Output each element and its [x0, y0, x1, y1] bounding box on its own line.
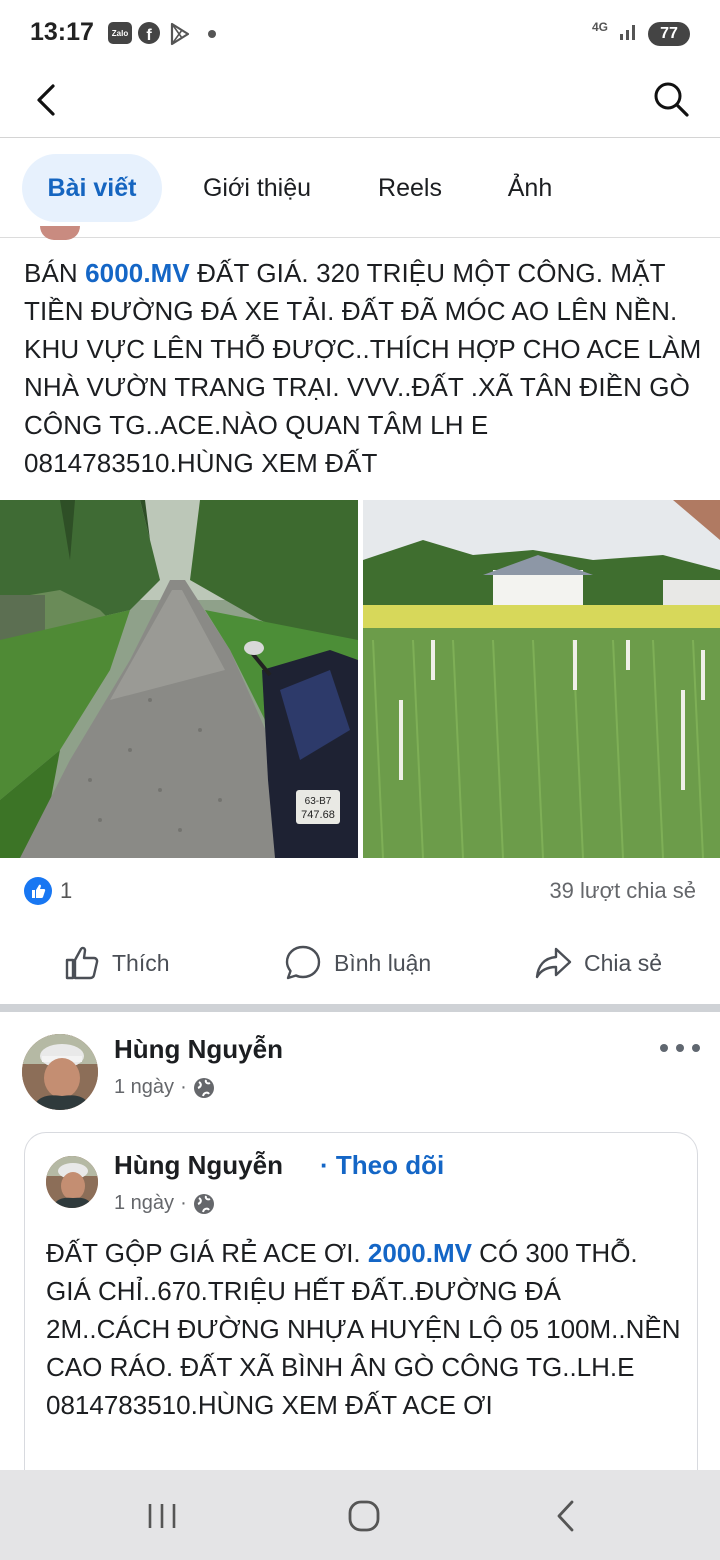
follow-button[interactable]: · Theo dõi — [320, 1150, 444, 1181]
dot-icon — [692, 1044, 700, 1052]
post-text-body: ĐẤT GIÁ. 320 TRIỆU MỘT CÔNG. MẶT TIỀN ĐƯ… — [24, 258, 702, 478]
status-bar: 13:17 Zalo f 4G 77 — [0, 0, 720, 68]
signal-icon — [618, 20, 640, 47]
back-arrow-icon — [37, 84, 55, 116]
profile-tabs: Bài viết Giới thiệu Reels Ảnh — [0, 138, 720, 238]
post-meta: 1 ngày · — [114, 1076, 215, 1099]
facebook-icon: f — [138, 22, 160, 44]
hashtag-link[interactable]: 6000.MV — [85, 258, 190, 288]
shared-text-start: ĐẤT GỘP GIÁ RẺ ACE ƠI. — [46, 1238, 368, 1268]
shared-post-text: ĐẤT GỘP GIÁ RẺ ACE ƠI. 2000.MV CÓ 300 TH… — [46, 1234, 686, 1424]
dot-icon — [660, 1044, 668, 1052]
hashtag-link[interactable]: 2000.MV — [368, 1238, 472, 1268]
search-icon — [654, 82, 689, 117]
recent-apps-icon — [148, 1504, 176, 1528]
tab-photos[interactable]: Ảnh — [488, 154, 572, 222]
more-options-button[interactable] — [660, 1036, 700, 1060]
play-store-icon — [168, 22, 192, 51]
post-text: BÁN 6000.MV ĐẤT GIÁ. 320 TRIỆU MỘT CÔNG.… — [24, 254, 704, 482]
tab-about[interactable]: Giới thiệu — [186, 154, 328, 222]
notification-dot-icon — [208, 30, 216, 38]
home-button[interactable] — [342, 1494, 386, 1538]
post-photo-road[interactable]: 63-B7 747.68 — [0, 500, 358, 858]
globe-icon — [193, 1193, 214, 1214]
like-button[interactable]: Thích — [64, 940, 170, 986]
svg-text:63-B7: 63-B7 — [305, 796, 332, 807]
shared-post-meta: 1 ngày · — [114, 1192, 215, 1215]
share-count[interactable]: 39 lượt chia sẻ — [549, 878, 696, 904]
meta-separator: · — [180, 1076, 187, 1098]
share-arrow-icon — [535, 947, 572, 979]
battery-icon: 77 — [648, 22, 690, 46]
like-label: Thích — [112, 949, 170, 976]
share-label: Chia sẻ — [584, 949, 662, 976]
globe-icon — [193, 1077, 214, 1098]
comment-button[interactable]: Bình luận — [284, 940, 431, 986]
tab-posts[interactable]: Bài viết — [22, 154, 162, 222]
recent-apps-button[interactable] — [140, 1494, 184, 1538]
author-avatar[interactable] — [22, 1034, 98, 1110]
back-button[interactable] — [26, 78, 70, 122]
status-time: 13:17 — [30, 18, 94, 46]
app-header — [0, 68, 720, 138]
network-type: 4G — [592, 20, 609, 34]
post-time[interactable]: 1 ngày — [114, 1076, 174, 1099]
dot-icon — [676, 1044, 684, 1052]
zalo-icon: Zalo — [108, 22, 132, 44]
like-count[interactable]: 1 — [60, 878, 72, 904]
comment-label: Bình luận — [334, 949, 432, 976]
like-reaction-icon — [24, 877, 52, 905]
shared-author-avatar[interactable] — [46, 1156, 98, 1208]
shared-author-name[interactable]: Hùng Nguyễn — [114, 1150, 283, 1181]
post-photo-field[interactable] — [363, 500, 720, 858]
thumbs-up-icon — [65, 946, 99, 980]
share-button[interactable]: Chia sẻ — [534, 940, 662, 986]
search-button[interactable] — [648, 76, 694, 122]
system-back-button[interactable] — [544, 1494, 588, 1538]
home-icon — [348, 1500, 380, 1532]
svg-text:747.68: 747.68 — [301, 809, 335, 821]
tab-reels[interactable]: Reels — [360, 154, 460, 222]
author-name[interactable]: Hùng Nguyễn — [114, 1034, 283, 1065]
system-nav-bar — [0, 1470, 720, 1560]
shared-post-time[interactable]: 1 ngày — [114, 1192, 174, 1215]
post-divider — [0, 1004, 720, 1012]
comment-icon — [285, 945, 321, 980]
meta-separator: · — [180, 1192, 187, 1214]
post-text-start: BÁN — [24, 258, 86, 288]
chevron-left-icon — [557, 1500, 574, 1532]
